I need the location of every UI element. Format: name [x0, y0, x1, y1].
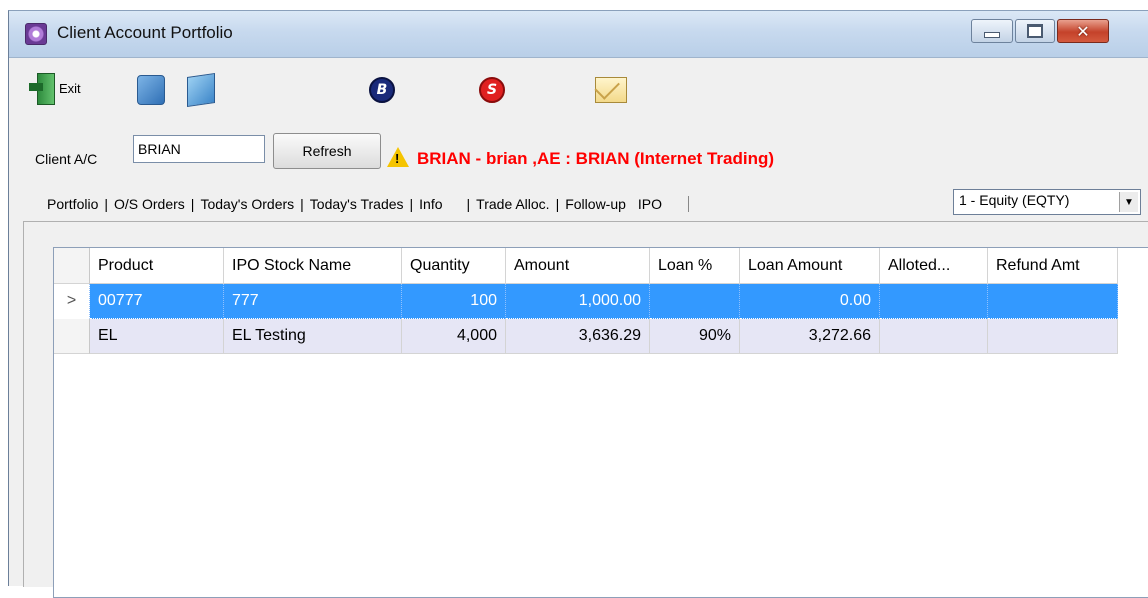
- tab-trade-alloc[interactable]: Trade Alloc.: [470, 196, 555, 212]
- row-indicator[interactable]: [54, 319, 90, 354]
- tab-ipo[interactable]: IPO: [632, 196, 690, 212]
- buy-icon[interactable]: B: [369, 77, 395, 103]
- column-header-loan-pct[interactable]: Loan %: [650, 248, 740, 284]
- minimize-icon: [984, 32, 1000, 38]
- tab-todays-orders[interactable]: Today's Orders: [194, 196, 300, 212]
- title-bar[interactable]: Client Account Portfolio ✕: [9, 11, 1148, 58]
- market-select-value: 1 - Equity (EQTY): [959, 192, 1070, 208]
- maximize-icon: [1027, 24, 1043, 38]
- app-icon: [25, 23, 47, 45]
- cell-ipo-stock-name[interactable]: 777: [224, 284, 402, 319]
- client-account-portfolio-window: Client Account Portfolio ✕ Exit B S Clie…: [8, 10, 1148, 598]
- ipo-grid: Product IPO Stock Name Quantity Amount L…: [53, 247, 1148, 598]
- window-title: Client Account Portfolio: [57, 23, 233, 42]
- cell-loan-pct[interactable]: 90%: [650, 319, 740, 354]
- toolbar: Exit B S: [9, 63, 1148, 109]
- refresh-button[interactable]: Refresh: [273, 133, 381, 169]
- tab-todays-trades[interactable]: Today's Trades: [304, 196, 410, 212]
- grid-header-row: Product IPO Stock Name Quantity Amount L…: [54, 248, 1118, 284]
- cell-refund-amt[interactable]: [988, 319, 1118, 354]
- column-header-refund-amt[interactable]: Refund Amt: [988, 248, 1118, 284]
- market-select[interactable]: 1 - Equity (EQTY) ▼: [953, 189, 1141, 215]
- cell-alloted[interactable]: [880, 319, 988, 354]
- cell-refund-amt[interactable]: [988, 284, 1118, 319]
- cell-loan-amount[interactable]: 0.00: [740, 284, 880, 319]
- warning-glyph: !: [395, 151, 400, 166]
- transfer-icon[interactable]: [137, 75, 165, 105]
- client-info-text: BRIAN - brian ,AE : BRIAN (Internet Trad…: [417, 149, 774, 168]
- row-header-corner: [54, 248, 90, 284]
- cell-product[interactable]: EL: [90, 319, 224, 354]
- chevron-down-icon[interactable]: ▼: [1119, 192, 1138, 212]
- cell-amount[interactable]: 1,000.00: [506, 284, 650, 319]
- cell-loan-pct[interactable]: [650, 284, 740, 319]
- close-button[interactable]: ✕: [1057, 19, 1109, 43]
- tab-follow-up[interactable]: Follow-up: [559, 196, 632, 212]
- maximize-button[interactable]: [1015, 19, 1055, 43]
- book-icon[interactable]: [187, 73, 215, 107]
- tab-os-orders[interactable]: O/S Orders: [108, 196, 191, 212]
- client-account-label: Client A/C: [35, 151, 98, 167]
- cell-alloted[interactable]: [880, 284, 988, 319]
- column-header-ipo-stock-name[interactable]: IPO Stock Name: [224, 248, 402, 284]
- close-icon: ✕: [1076, 21, 1090, 41]
- column-header-loan-amount[interactable]: Loan Amount: [740, 248, 880, 284]
- table-row[interactable]: EL EL Testing 4,000 3,636.29 90% 3,272.6…: [54, 319, 1118, 354]
- sell-icon[interactable]: S: [479, 77, 505, 103]
- minimize-button[interactable]: [971, 19, 1013, 43]
- tab-portfolio[interactable]: Portfolio: [41, 196, 104, 212]
- cell-amount[interactable]: 3,636.29: [506, 319, 650, 354]
- client-account-input[interactable]: [133, 135, 265, 163]
- column-header-alloted[interactable]: Alloted...: [880, 248, 988, 284]
- tab-info[interactable]: Info: [413, 196, 448, 212]
- column-header-quantity[interactable]: Quantity: [402, 248, 506, 284]
- column-header-amount[interactable]: Amount: [506, 248, 650, 284]
- mail-icon[interactable]: [595, 77, 627, 103]
- cell-ipo-stock-name[interactable]: EL Testing: [224, 319, 402, 354]
- column-header-product[interactable]: Product: [90, 248, 224, 284]
- cell-quantity[interactable]: 4,000: [402, 319, 506, 354]
- exit-label: Exit: [59, 80, 81, 96]
- row-indicator[interactable]: >: [54, 284, 90, 319]
- cell-loan-amount[interactable]: 3,272.66: [740, 319, 880, 354]
- cell-quantity[interactable]: 100: [402, 284, 506, 319]
- exit-button[interactable]: Exit: [29, 73, 81, 105]
- table-row[interactable]: > 00777 777 100 1,000.00 0.00: [54, 284, 1118, 319]
- exit-icon: [29, 73, 55, 105]
- cell-product[interactable]: 00777: [90, 284, 224, 319]
- tab-strip: Portfolio | O/S Orders | Today's Orders | T…: [41, 189, 690, 219]
- warning-icon: !: [387, 147, 409, 167]
